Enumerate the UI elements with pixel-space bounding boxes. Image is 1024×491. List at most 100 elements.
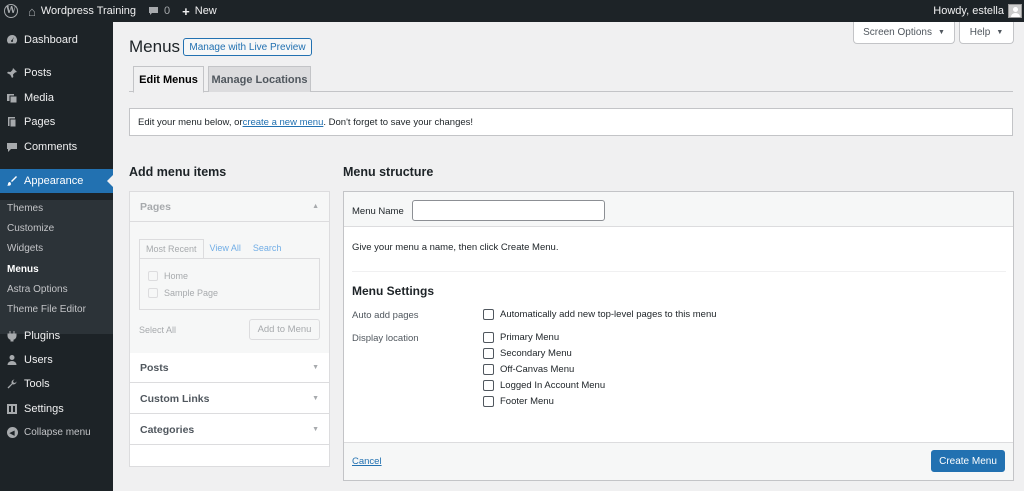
- location-logged-in-account-menu[interactable]: Logged In Account Menu: [483, 380, 605, 391]
- location-label: Primary Menu: [500, 332, 560, 343]
- caret-down-icon: ▼: [312, 426, 319, 433]
- sidebar-item-label: Dashboard: [24, 34, 78, 46]
- checkbox[interactable]: [483, 309, 494, 320]
- menu-name-label: Menu Name: [352, 206, 404, 217]
- wordpress-logo-icon[interactable]: W: [0, 0, 22, 22]
- location-footer-menu[interactable]: Footer Menu: [483, 396, 554, 407]
- submenu-item-widgets[interactable]: Widgets: [7, 243, 43, 254]
- admin-bar: W ⌂ Wordpress Training 0 + New Howdy, es…: [0, 0, 1024, 22]
- settings-icon: [0, 403, 24, 415]
- accordion-pages-body: Most Recent View All Search Home Sample …: [130, 222, 329, 353]
- submenu-item-customize[interactable]: Customize: [7, 223, 54, 234]
- sidebar-item-plugins[interactable]: Plugins: [0, 330, 113, 342]
- location-label: Footer Menu: [500, 396, 554, 407]
- sidebar-item-label: Settings: [24, 403, 64, 415]
- comment-icon: [0, 141, 24, 153]
- user-icon: [0, 354, 24, 366]
- list-item[interactable]: Home: [148, 271, 188, 281]
- media-icon: [0, 92, 24, 104]
- paintbrush-icon: [0, 175, 24, 187]
- create-menu-button[interactable]: Create Menu: [931, 450, 1005, 472]
- help-button[interactable]: Help ▼: [959, 22, 1014, 44]
- sidebar-item-tools[interactable]: Tools: [0, 378, 113, 390]
- menu-settings-heading: Menu Settings: [352, 284, 435, 298]
- sidebar-item-label: Tools: [24, 378, 50, 390]
- auto-add-pages-text: Automatically add new top-level pages to…: [500, 309, 717, 320]
- checkbox[interactable]: [483, 380, 494, 391]
- checkbox[interactable]: [483, 348, 494, 359]
- caret-up-icon: ▲: [312, 203, 319, 210]
- menu-name-input[interactable]: [412, 200, 605, 221]
- submenu-item-themes[interactable]: Themes: [7, 203, 43, 214]
- checkbox[interactable]: [483, 332, 494, 343]
- avatar: [1008, 4, 1022, 18]
- collapse-label: Collapse menu: [24, 427, 91, 438]
- sidebar-item-pages[interactable]: Pages: [0, 116, 113, 128]
- location-off-canvas-menu[interactable]: Off-Canvas Menu: [483, 364, 574, 375]
- add-menu-items-accordion: Pages ▲ Most Recent View All Search Home…: [129, 191, 330, 467]
- divider: [352, 271, 1006, 272]
- location-primary-menu[interactable]: Primary Menu: [483, 332, 559, 343]
- location-label: Secondary Menu: [500, 348, 572, 359]
- submenu-item-menus[interactable]: Menus: [7, 264, 39, 275]
- comment-bubble-icon: [148, 4, 159, 19]
- notice-text-before: Edit your menu below, or: [138, 116, 243, 128]
- auto-add-pages-option[interactable]: Automatically add new top-level pages to…: [483, 309, 717, 320]
- checkbox[interactable]: [483, 396, 494, 407]
- sidebar-item-users[interactable]: Users: [0, 354, 113, 366]
- checkbox[interactable]: [148, 271, 158, 281]
- screen-options-button[interactable]: Screen Options ▼: [853, 22, 955, 44]
- my-account-link[interactable]: Howdy, estella: [927, 0, 1024, 22]
- location-label: Off-Canvas Menu: [500, 364, 575, 375]
- location-secondary-menu[interactable]: Secondary Menu: [483, 348, 572, 359]
- accordion-custom-links-header[interactable]: Custom Links ▼: [130, 384, 329, 414]
- main-content: Menus Manage with Live Preview Screen Op…: [113, 22, 1024, 491]
- accordion-pages-header[interactable]: Pages ▲: [130, 192, 329, 222]
- collapse-menu-button[interactable]: ◀ Collapse menu: [0, 427, 113, 438]
- list-item[interactable]: Sample Page: [148, 288, 218, 298]
- tab-manage-locations[interactable]: Manage Locations: [208, 66, 311, 92]
- comments-count: 0: [164, 5, 171, 17]
- submenu-item-astra-options[interactable]: Astra Options: [7, 284, 68, 295]
- subtab-most-recent[interactable]: Most Recent: [139, 239, 204, 259]
- new-content-link[interactable]: + New: [176, 0, 223, 22]
- tab-edit-menus[interactable]: Edit Menus: [133, 66, 204, 93]
- create-new-menu-link[interactable]: create a new menu: [243, 117, 324, 128]
- sidebar-item-label: Pages: [24, 116, 56, 128]
- sidebar-item-dashboard[interactable]: Dashboard: [0, 34, 113, 46]
- caret-down-icon: ▼: [938, 29, 945, 36]
- home-icon: ⌂: [28, 3, 36, 19]
- sidebar-item-label: Users: [24, 354, 53, 366]
- howdy-text: Howdy, estella: [933, 5, 1004, 17]
- sidebar-item-posts[interactable]: Posts: [0, 67, 113, 79]
- sidebar-item-appearance[interactable]: Appearance: [0, 169, 113, 193]
- dashboard-icon: [0, 34, 24, 46]
- select-all-checkbox[interactable]: Select All: [139, 325, 176, 335]
- subtab-view-all[interactable]: View All: [204, 239, 247, 259]
- sidebar-item-label: Plugins: [24, 330, 61, 342]
- screen-options-label: Screen Options: [863, 27, 932, 38]
- live-preview-button[interactable]: Manage with Live Preview: [183, 38, 312, 56]
- accordion-categories-header[interactable]: Categories ▼: [130, 415, 329, 445]
- sidebar-item-comments[interactable]: Comments: [0, 141, 113, 153]
- site-name: Wordpress Training: [40, 5, 137, 17]
- collapse-icon: ◀: [0, 427, 24, 438]
- plus-icon: +: [182, 3, 190, 19]
- site-name-link[interactable]: ⌂ Wordpress Training: [22, 0, 142, 22]
- subtab-search[interactable]: Search: [247, 239, 288, 259]
- pushpin-icon: [0, 67, 24, 79]
- add-to-menu-button[interactable]: Add to Menu: [249, 319, 320, 340]
- caret-down-icon: ▼: [312, 395, 319, 402]
- submenu-item-theme-file-editor[interactable]: Theme File Editor: [7, 304, 86, 315]
- sidebar-item-settings[interactable]: Settings: [0, 403, 113, 415]
- accordion-posts-header[interactable]: Posts ▼: [130, 353, 329, 383]
- checkbox[interactable]: [148, 288, 158, 298]
- menu-structure-heading: Menu structure: [343, 165, 434, 179]
- menu-structure-panel: Menu Name Give your menu a name, then cl…: [343, 191, 1014, 481]
- cancel-link[interactable]: Cancel: [352, 456, 382, 467]
- sidebar-item-label: Appearance: [24, 175, 84, 187]
- sidebar-item-media[interactable]: Media: [0, 92, 113, 104]
- menu-name-header: Menu Name: [344, 192, 1013, 227]
- checkbox[interactable]: [483, 364, 494, 375]
- comments-link[interactable]: 0: [142, 0, 176, 22]
